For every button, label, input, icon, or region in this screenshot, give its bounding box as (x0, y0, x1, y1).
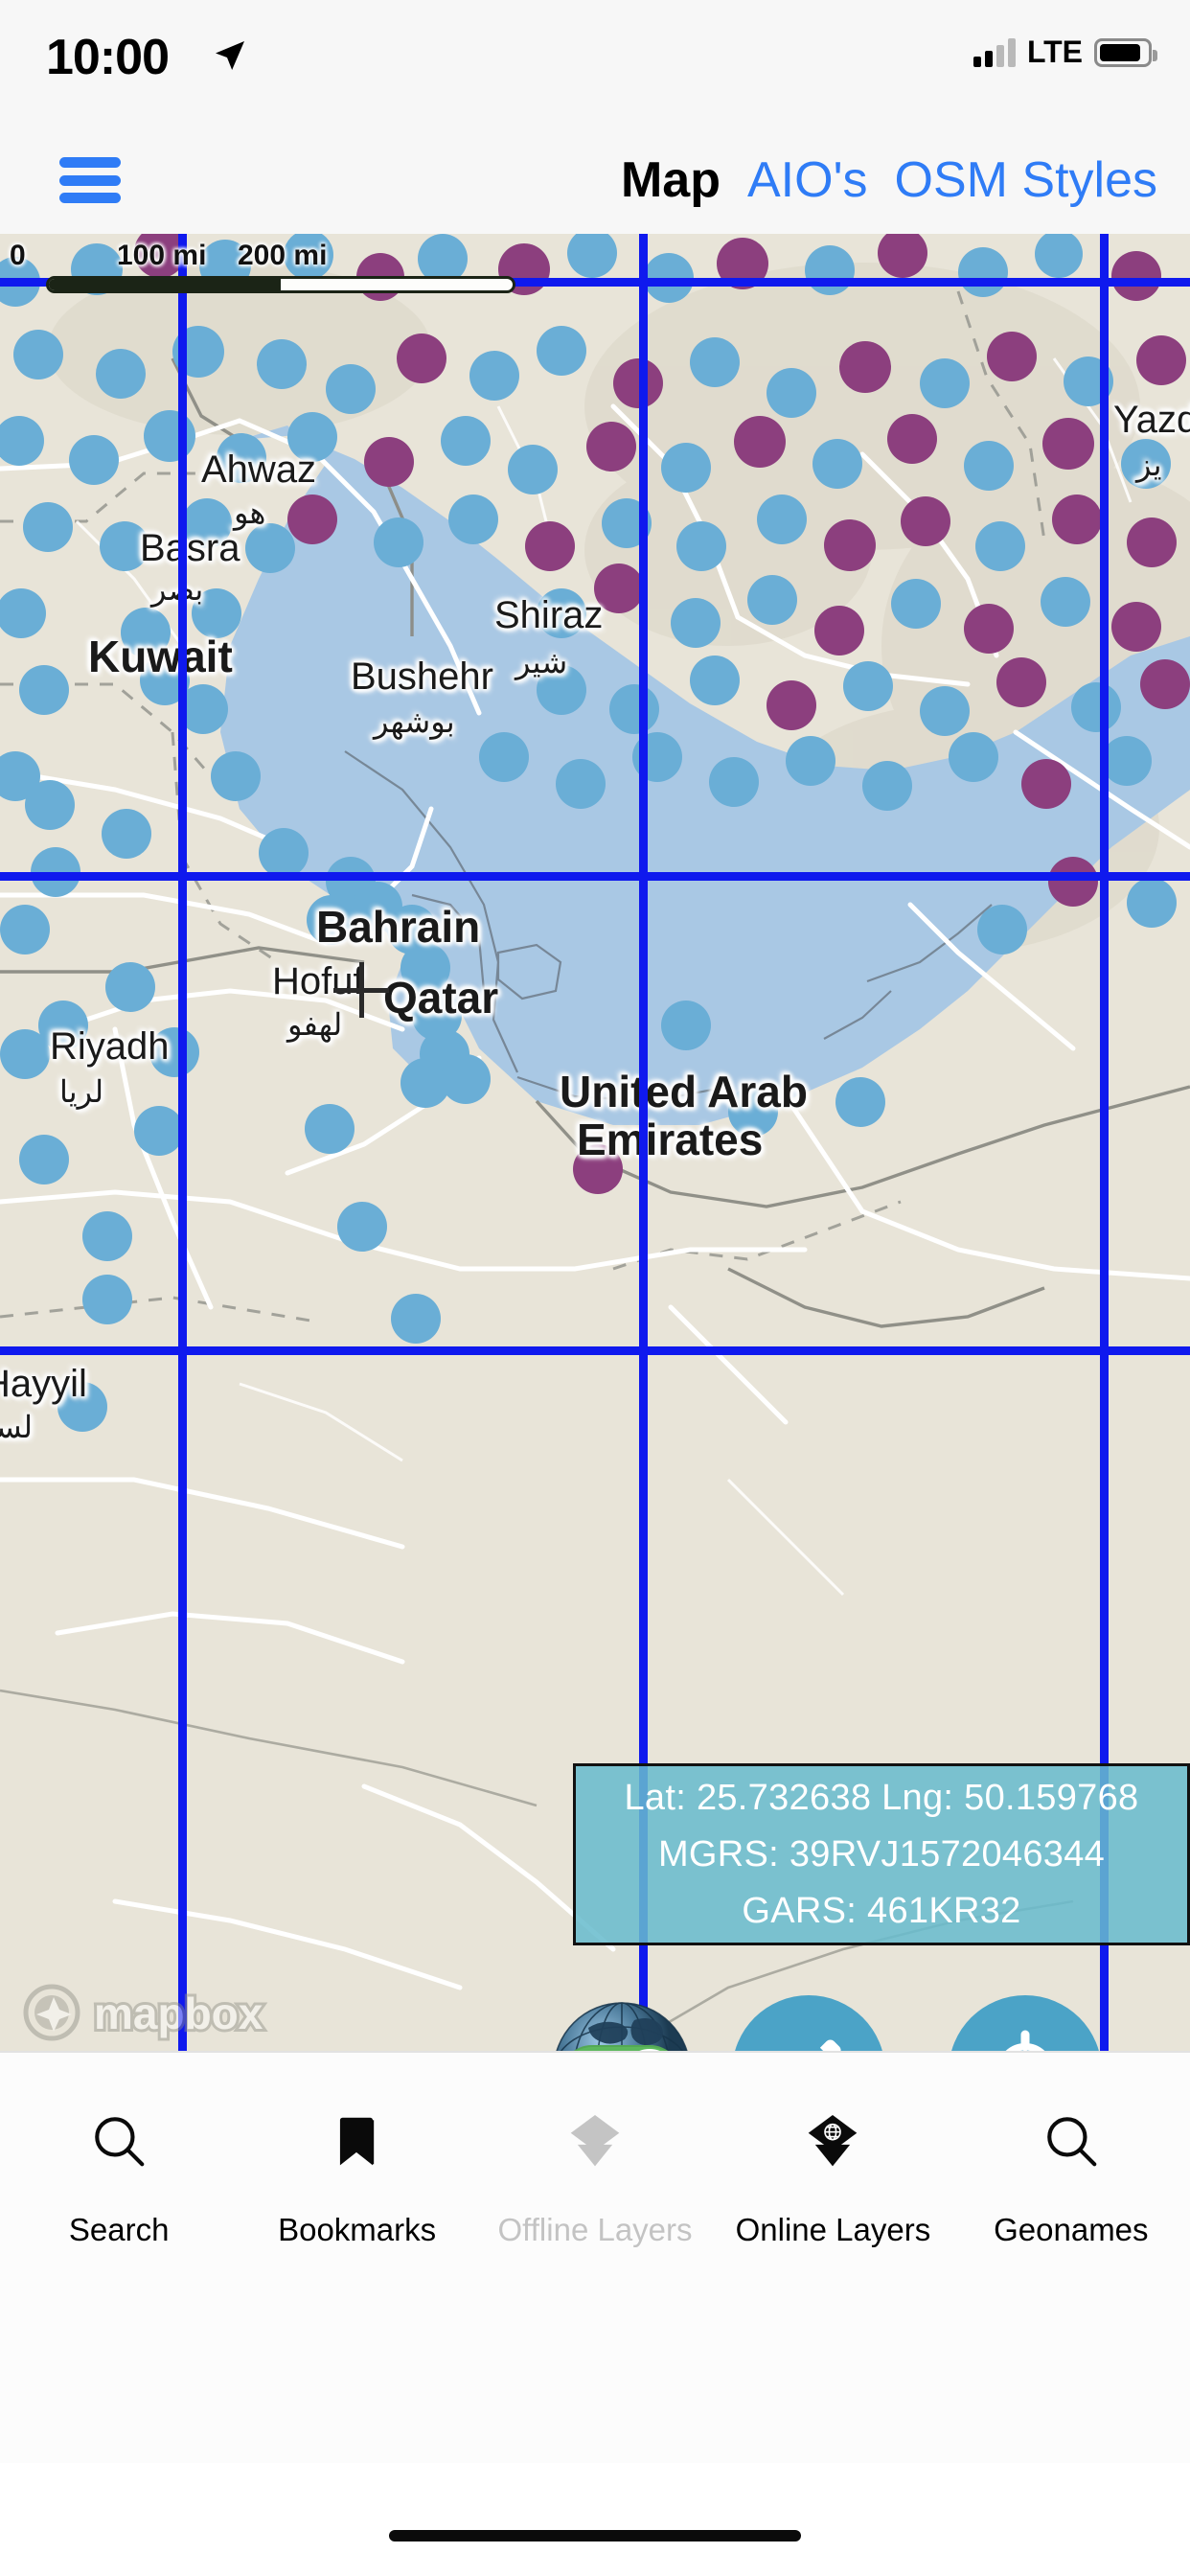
tab-offline-layers[interactable]: Offline Layers (476, 2103, 714, 2248)
bottom-tab-bar: Search Bookmarks Offline Layers Online L… (0, 2051, 1190, 2463)
scale-label-mid: 100 mi (117, 240, 207, 271)
tab-search[interactable]: Search (0, 2103, 238, 2248)
map-label: Bahrain (316, 902, 481, 952)
grid-line-vertical (178, 234, 187, 2051)
scale-label-zero: 0 (10, 240, 26, 271)
map-label: Riyadh (50, 1025, 170, 1068)
tab-bookmarks-label: Bookmarks (278, 2212, 437, 2247)
location-arrow-icon (216, 41, 244, 70)
map-label: United Arab (560, 1067, 808, 1116)
map-label: شیر (515, 645, 568, 679)
gars-readout: GARS: 461KR32 (742, 1890, 1021, 1931)
osm-styles-link[interactable]: OSM Styles (895, 151, 1158, 209)
tab-online-layers[interactable]: Online Layers (714, 2103, 951, 2248)
scale-bar-track (46, 276, 515, 293)
svg-text:mapbox: mapbox (94, 1989, 263, 2038)
map-scale-bar: 0 100 mi 200 mi (0, 234, 613, 307)
latlng-readout: Lat: 25.732638 Lng: 50.159768 (624, 1777, 1139, 1818)
map-crosshair-marker (333, 962, 389, 1018)
cellular-signal-icon (973, 37, 1016, 67)
bookmark-icon (319, 2103, 396, 2179)
map-label: Kuwait (88, 632, 233, 681)
globe-toggle-icon[interactable] (550, 1999, 694, 2051)
tab-search-label: Search (68, 2212, 170, 2247)
globe-layers-icon (794, 2103, 871, 2179)
app-screen: 10:00 LTE Map AIO's OSM Styles Ahwaz هو … (0, 0, 1190, 2576)
aios-link[interactable]: AIO's (747, 151, 868, 209)
layers-icon (557, 2103, 633, 2179)
home-indicator (389, 2530, 801, 2542)
search-icon (1033, 2103, 1110, 2179)
tab-geonames-label: Geonames (994, 2212, 1149, 2247)
tab-geonames[interactable]: Geonames (952, 2103, 1190, 2248)
map-label: هو (234, 495, 266, 530)
status-bar: 10:00 LTE (0, 0, 1190, 126)
map-label: لريا (59, 1074, 104, 1109)
grid-line-horizontal (0, 872, 1190, 881)
status-bar-indicators: LTE (973, 34, 1157, 70)
page-title: Map (620, 152, 721, 208)
coordinate-info-panel: Lat: 25.732638 Lng: 50.159768 MGRS: 39RV… (573, 1763, 1190, 1945)
navigation-actions: Map AIO's OSM Styles (621, 151, 1157, 209)
map-label: Hayyil (0, 1363, 87, 1405)
map-label: Shiraz (494, 594, 604, 636)
mapbox-attribution-logo[interactable]: mapbox (17, 1978, 276, 2051)
navigation-bar: Map AIO's OSM Styles (0, 126, 1190, 234)
map-label: Ahwaz (201, 448, 317, 491)
scale-label-max: 200 mi (238, 240, 328, 271)
mgrs-readout: MGRS: 39RVJ1572046344 (657, 1833, 1106, 1874)
map-label: Yazd (1113, 399, 1190, 441)
map-label: یز (1136, 448, 1162, 482)
map-label: لسا (0, 1410, 34, 1444)
status-bar-time: 10:00 (46, 30, 170, 85)
map-canvas[interactable]: Ahwaz هو Basra بصر Kuwait Shiraz شیر Bus… (0, 234, 1190, 2051)
map-label: Qatar (383, 973, 499, 1023)
grid-line-horizontal (0, 1346, 1190, 1355)
map-label: Bushehr (351, 656, 493, 698)
map-label: Emirates (577, 1115, 764, 1164)
tab-bookmarks[interactable]: Bookmarks (238, 2103, 475, 2248)
search-icon (80, 2103, 157, 2179)
map-label: Basra (140, 527, 240, 569)
network-type-label: LTE (1026, 34, 1083, 69)
map-label: بوشهر (374, 704, 455, 739)
tab-online-layers-label: Online Layers (735, 2212, 931, 2247)
hamburger-menu-icon[interactable] (59, 157, 121, 203)
battery-icon (1094, 37, 1157, 67)
tab-offline-layers-label: Offline Layers (497, 2212, 693, 2247)
